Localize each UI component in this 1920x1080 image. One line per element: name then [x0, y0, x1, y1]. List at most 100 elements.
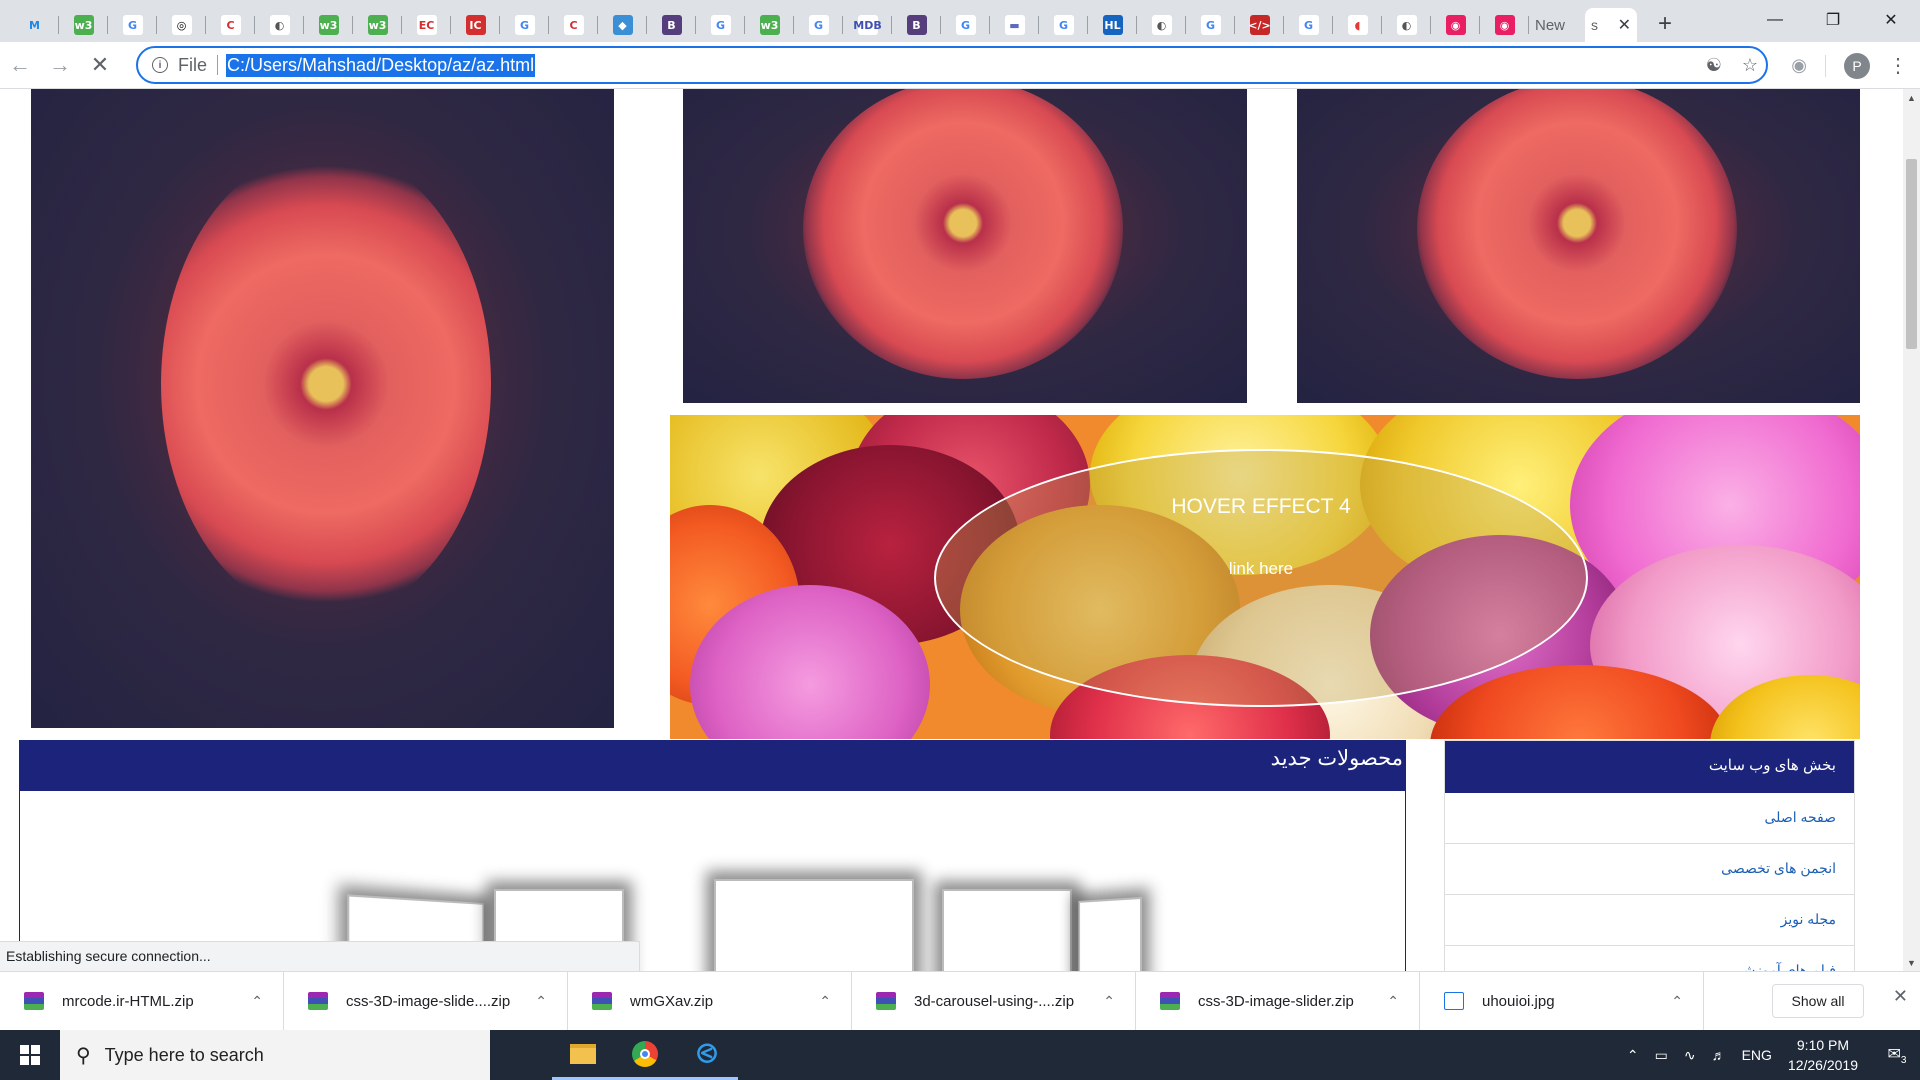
address-bar[interactable]: i File C:/Users/Mahshad/Desktop/az/az.ht… [136, 46, 1768, 84]
battery-icon[interactable]: ▭ [1655, 1047, 1668, 1064]
tab-new-label[interactable]: New [1529, 17, 1585, 34]
archive-file-icon [1160, 992, 1180, 1010]
browser-tab[interactable]: ▬ [990, 8, 1039, 42]
browser-tab[interactable]: G [1284, 8, 1333, 42]
download-item[interactable]: css-3D-image-slide....zip ⌃ [284, 971, 568, 1031]
active-tab[interactable]: s ✕ [1585, 8, 1637, 42]
browser-tab[interactable]: </> [1235, 8, 1284, 42]
browser-tab[interactable]: w3 [304, 8, 353, 42]
download-item[interactable]: mrcode.ir-HTML.zip ⌃ [0, 971, 284, 1031]
scroll-up-arrow[interactable]: ▲ [1903, 89, 1920, 106]
profile-avatar[interactable]: P [1844, 52, 1870, 79]
download-item[interactable]: wmGXav.zip ⌃ [568, 971, 852, 1031]
browser-tab[interactable]: MDB [843, 8, 892, 42]
download-item[interactable]: css-3D-image-slider.zip ⌃ [1136, 971, 1420, 1031]
start-button[interactable] [0, 1030, 60, 1080]
bookmark-star-icon[interactable]: ☆ [1742, 55, 1758, 76]
clock[interactable]: 9:10 PM 12/26/2019 [1788, 1035, 1858, 1075]
browser-tab[interactable]: ◐ [1137, 8, 1186, 42]
carousel-card[interactable] [1078, 896, 1142, 971]
info-icon[interactable]: i [152, 57, 168, 73]
roses-hover-banner[interactable]: HOVER EFFECT 4 link here [670, 415, 1860, 739]
hover-effect-overlay[interactable]: HOVER EFFECT 4 link here [934, 449, 1588, 707]
sidebar-item-videos[interactable]: فیلم های آموزشی [1445, 946, 1854, 971]
tab-list: Mw3 G ◎ C ◐ w3 w3 EC IC G C ◆ B Gw3 G MDB B G ▬ G HL ◐ G </> G ◖ ◐… [0, 0, 1683, 42]
browser-tab[interactable]: HL [1088, 8, 1137, 42]
tab-favicon-icon: w3 [318, 15, 339, 35]
hover-effect-link[interactable]: link here [936, 559, 1586, 579]
scroll-down-arrow[interactable]: ▼ [1903, 954, 1920, 971]
browser-tab[interactable]: C [549, 8, 598, 42]
chrome-app[interactable] [614, 1030, 676, 1080]
carousel-card[interactable] [942, 889, 1072, 971]
browser-tab[interactable]: ◉ [1480, 8, 1529, 42]
show-all-downloads-button[interactable]: Show all [1772, 984, 1864, 1018]
camera-icon[interactable]: ◉ [1791, 55, 1807, 76]
scrollbar-thumb[interactable] [1906, 159, 1917, 349]
page-scrollbar[interactable]: ▲ ▼ [1903, 89, 1920, 971]
vscode-app[interactable]: ⧀ [676, 1030, 738, 1080]
forward-button[interactable]: → [40, 47, 80, 83]
browser-tab[interactable]: w3 [59, 8, 108, 42]
language-indicator[interactable]: ENG [1742, 1047, 1772, 1063]
chevron-up-icon[interactable]: ⌃ [1671, 993, 1683, 1010]
download-item[interactable]: uhouioi.jpg ⌃ [1420, 971, 1704, 1031]
chevron-up-icon[interactable]: ⌃ [819, 993, 831, 1010]
browser-tab[interactable]: w3 [353, 8, 402, 42]
browser-toolbar: ← → ✕ i File C:/Users/Mahshad/Desktop/az… [0, 42, 1920, 89]
taskbar-search[interactable]: ⚲ Type here to search [60, 1030, 490, 1080]
url-text[interactable]: C:/Users/Mahshad/Desktop/az/az.html [226, 53, 536, 77]
browser-tab[interactable]: G [1186, 8, 1235, 42]
stop-loading-button[interactable]: ✕ [80, 47, 120, 83]
browser-tab[interactable]: IC [451, 8, 500, 42]
back-button[interactable]: ← [0, 47, 40, 83]
browser-tab[interactable]: EC [402, 8, 451, 42]
browser-tab[interactable]: G [500, 8, 549, 42]
browser-tab[interactable]: ◆ [598, 8, 647, 42]
tab-favicon-icon: w3 [73, 15, 94, 35]
tab-favicon-icon: B [661, 15, 682, 35]
browser-tab[interactable]: B [892, 8, 941, 42]
maximize-button[interactable]: ❐ [1804, 0, 1862, 40]
sidebar-item-home[interactable]: صفحه اصلی [1445, 793, 1854, 844]
notification-center-icon[interactable]: ✉3 [1874, 1044, 1920, 1066]
menu-kebab-icon[interactable]: ⋮ [1888, 53, 1908, 78]
flower-image-large [31, 89, 614, 728]
browser-tab[interactable]: B [647, 8, 696, 42]
browser-tab[interactable]: G [941, 8, 990, 42]
browser-tab[interactable]: M [10, 8, 59, 42]
new-tab-button[interactable]: + [1647, 7, 1683, 41]
translate-icon[interactable]: ☯ [1706, 55, 1722, 76]
archive-file-icon [308, 992, 328, 1010]
browser-tab[interactable]: ◐ [1382, 8, 1431, 42]
browser-tab[interactable]: ◉ [1431, 8, 1480, 42]
close-shelf-icon[interactable]: ✕ [1893, 986, 1908, 1007]
chevron-up-icon[interactable]: ⌃ [1387, 993, 1399, 1010]
browser-tab[interactable]: G [1039, 8, 1088, 42]
close-tab-icon[interactable]: ✕ [1618, 15, 1631, 35]
volume-icon[interactable]: ♬ [1712, 1047, 1726, 1063]
wifi-icon[interactable]: ∿ [1684, 1047, 1696, 1064]
chevron-up-icon[interactable]: ⌃ [1103, 993, 1115, 1010]
tab-favicon-icon: M [29, 18, 40, 32]
browser-tab[interactable]: G [696, 8, 745, 42]
chevron-up-icon[interactable]: ⌃ [1627, 1047, 1639, 1064]
browser-tab[interactable]: w3 [745, 8, 794, 42]
carousel-card[interactable] [714, 879, 914, 971]
file-explorer-app[interactable] [552, 1030, 614, 1080]
download-item[interactable]: 3d-carousel-using-....zip ⌃ [852, 971, 1136, 1031]
browser-tab[interactable]: C [206, 8, 255, 42]
browser-tab[interactable]: ◎ [157, 8, 206, 42]
new-products-header: محصولات جدید [20, 741, 1405, 791]
sidebar-item-magazine[interactable]: مجله نویز [1445, 895, 1854, 946]
chevron-up-icon[interactable]: ⌃ [251, 993, 263, 1010]
sidebar-item-forums[interactable]: انجمن های تخصصی [1445, 844, 1854, 895]
browser-tab[interactable]: G [794, 8, 843, 42]
chevron-up-icon[interactable]: ⌃ [535, 993, 547, 1010]
close-window-button[interactable]: ✕ [1862, 0, 1920, 40]
browser-tab[interactable]: ◐ [255, 8, 304, 42]
taskbar-search-placeholder: Type here to search [104, 1044, 264, 1065]
browser-tab[interactable]: G [108, 8, 157, 42]
minimize-button[interactable]: — [1746, 0, 1804, 40]
browser-tab[interactable]: ◖ [1333, 8, 1382, 42]
